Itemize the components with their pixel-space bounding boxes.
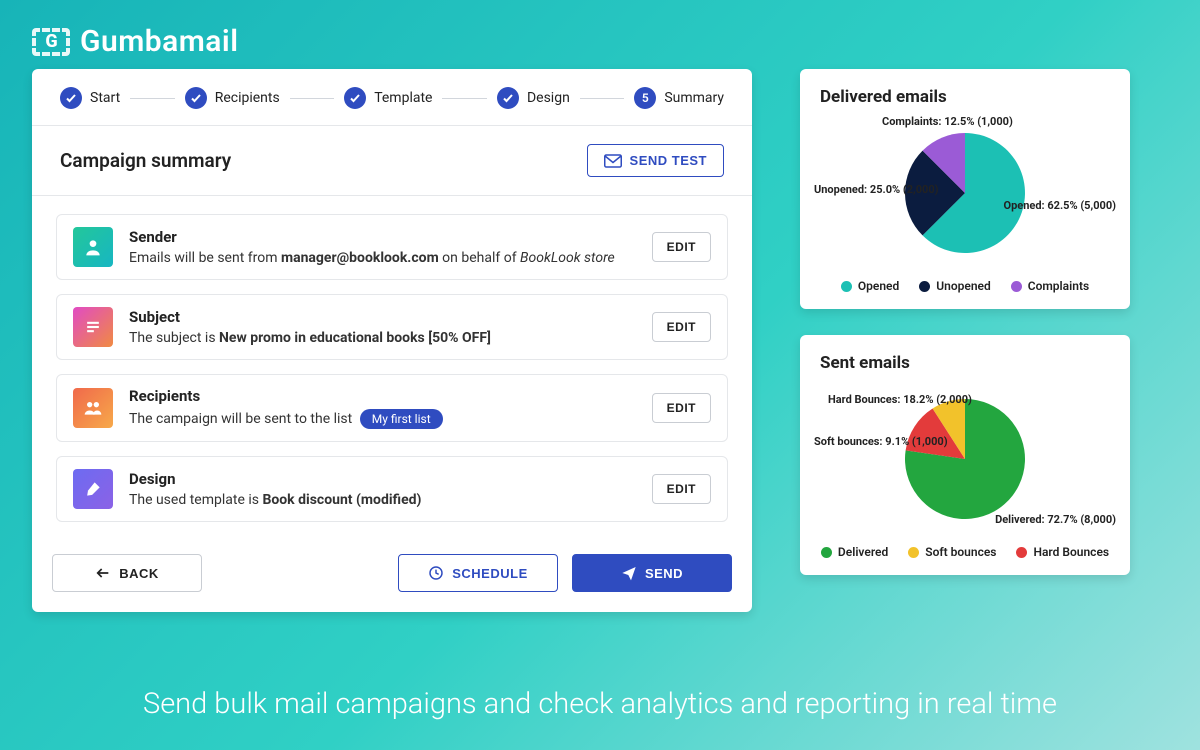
check-icon	[185, 87, 207, 109]
label-soft-bounces: Soft bounces: 9.1% (1,000)	[814, 435, 948, 449]
edit-subject-button[interactable]: EDIT	[652, 312, 711, 342]
legend-item: Hard Bounces	[1016, 545, 1109, 559]
swatch-icon	[1016, 547, 1027, 558]
summary-header: Campaign summary SEND TEST	[32, 126, 752, 196]
step-label: Summary	[664, 90, 724, 106]
step-label: Template	[374, 90, 432, 106]
edit-design-button[interactable]: EDIT	[652, 474, 711, 504]
subject-text: The subject is New promo in educational …	[129, 330, 636, 346]
sent-emails-card: Sent emails Delivered: 72.7% (8,000) Har…	[800, 335, 1130, 575]
delivered-pie: Opened: 62.5% (5,000) Unopened: 25.0% (2…	[820, 113, 1110, 273]
recipients-card: Recipients The campaign will be sent to …	[56, 374, 728, 442]
legend-item: Opened	[841, 279, 899, 293]
legend-item: Unopened	[919, 279, 991, 293]
swatch-icon	[841, 281, 852, 292]
design-card: Design The used template is Book discoun…	[56, 456, 728, 522]
edit-sender-button[interactable]: EDIT	[652, 232, 711, 262]
legend-item: Soft bounces	[908, 545, 996, 559]
person-icon	[73, 227, 113, 267]
mail-icon	[604, 154, 622, 168]
step-start[interactable]: Start	[60, 87, 120, 109]
back-button[interactable]: BACK	[52, 554, 202, 592]
swatch-icon	[908, 547, 919, 558]
text-icon	[73, 307, 113, 347]
delivered-legend: Opened Unopened Complaints	[820, 279, 1110, 293]
step-label: Design	[527, 90, 570, 106]
app-name: Gumbamail	[80, 24, 239, 59]
tagline: Send bulk mail campaigns and check analy…	[0, 686, 1200, 724]
delivered-emails-card: Delivered emails Opened: 62.5% (5,000) U…	[800, 69, 1130, 309]
step-design[interactable]: Design	[497, 87, 570, 109]
clock-icon	[428, 565, 444, 581]
sender-text: Emails will be sent from manager@bookloo…	[129, 250, 636, 266]
recipient-list-chip[interactable]: My first list	[360, 409, 443, 429]
label-opened: Opened: 62.5% (5,000)	[1004, 199, 1117, 213]
recipients-text: The campaign will be sent to the list My…	[129, 409, 636, 429]
logo-icon: G	[32, 28, 70, 56]
subject-card: Subject The subject is New promo in educ…	[56, 294, 728, 360]
step-summary[interactable]: 5 Summary	[634, 87, 724, 109]
label-complaints: Complaints: 12.5% (1,000)	[882, 115, 1013, 129]
sent-legend: Delivered Soft bounces Hard Bounces	[820, 545, 1110, 559]
step-number-icon: 5	[634, 87, 656, 109]
check-icon	[344, 87, 366, 109]
label-delivered: Delivered: 72.7% (8,000)	[995, 513, 1116, 527]
step-label: Start	[90, 90, 120, 106]
brush-icon	[73, 469, 113, 509]
label-unopened: Unopened: 25.0% (2,000)	[814, 183, 939, 197]
footer-buttons: BACK SCHEDULE SEND	[32, 544, 752, 612]
step-connector	[130, 98, 175, 99]
sent-pie: Delivered: 72.7% (8,000) Hard Bounces: 1…	[820, 379, 1110, 539]
send-button[interactable]: SEND	[572, 554, 732, 592]
delivered-title: Delivered emails	[820, 87, 1110, 107]
sender-title: Sender	[129, 228, 636, 246]
sender-card: Sender Emails will be sent from manager@…	[56, 214, 728, 280]
legend-item: Delivered	[821, 545, 888, 559]
swatch-icon	[821, 547, 832, 558]
check-icon	[497, 87, 519, 109]
send-test-label: SEND TEST	[630, 153, 707, 168]
campaign-panel: Start Recipients Template	[32, 69, 752, 612]
edit-recipients-button[interactable]: EDIT	[652, 393, 711, 423]
page-title: Campaign summary	[60, 149, 231, 172]
legend-item: Complaints	[1011, 279, 1089, 293]
step-connector	[442, 98, 487, 99]
step-template[interactable]: Template	[344, 87, 432, 109]
send-test-button[interactable]: SEND TEST	[587, 144, 724, 177]
swatch-icon	[1011, 281, 1022, 292]
step-recipients[interactable]: Recipients	[185, 87, 280, 109]
arrow-left-icon	[95, 565, 111, 581]
recipients-title: Recipients	[129, 387, 636, 405]
schedule-button[interactable]: SCHEDULE	[398, 554, 558, 592]
design-title: Design	[129, 470, 636, 488]
stepper: Start Recipients Template	[32, 69, 752, 126]
people-icon	[73, 388, 113, 428]
design-text: The used template is Book discount (modi…	[129, 492, 636, 508]
send-icon	[621, 565, 637, 581]
subject-title: Subject	[129, 308, 636, 326]
label-hard-bounces: Hard Bounces: 18.2% (2,000)	[828, 393, 972, 407]
step-connector	[290, 98, 335, 99]
step-connector	[580, 98, 625, 99]
check-icon	[60, 87, 82, 109]
sent-title: Sent emails	[820, 353, 1110, 373]
step-label: Recipients	[215, 90, 280, 106]
swatch-icon	[919, 281, 930, 292]
app-logo: G Gumbamail	[0, 0, 1200, 69]
